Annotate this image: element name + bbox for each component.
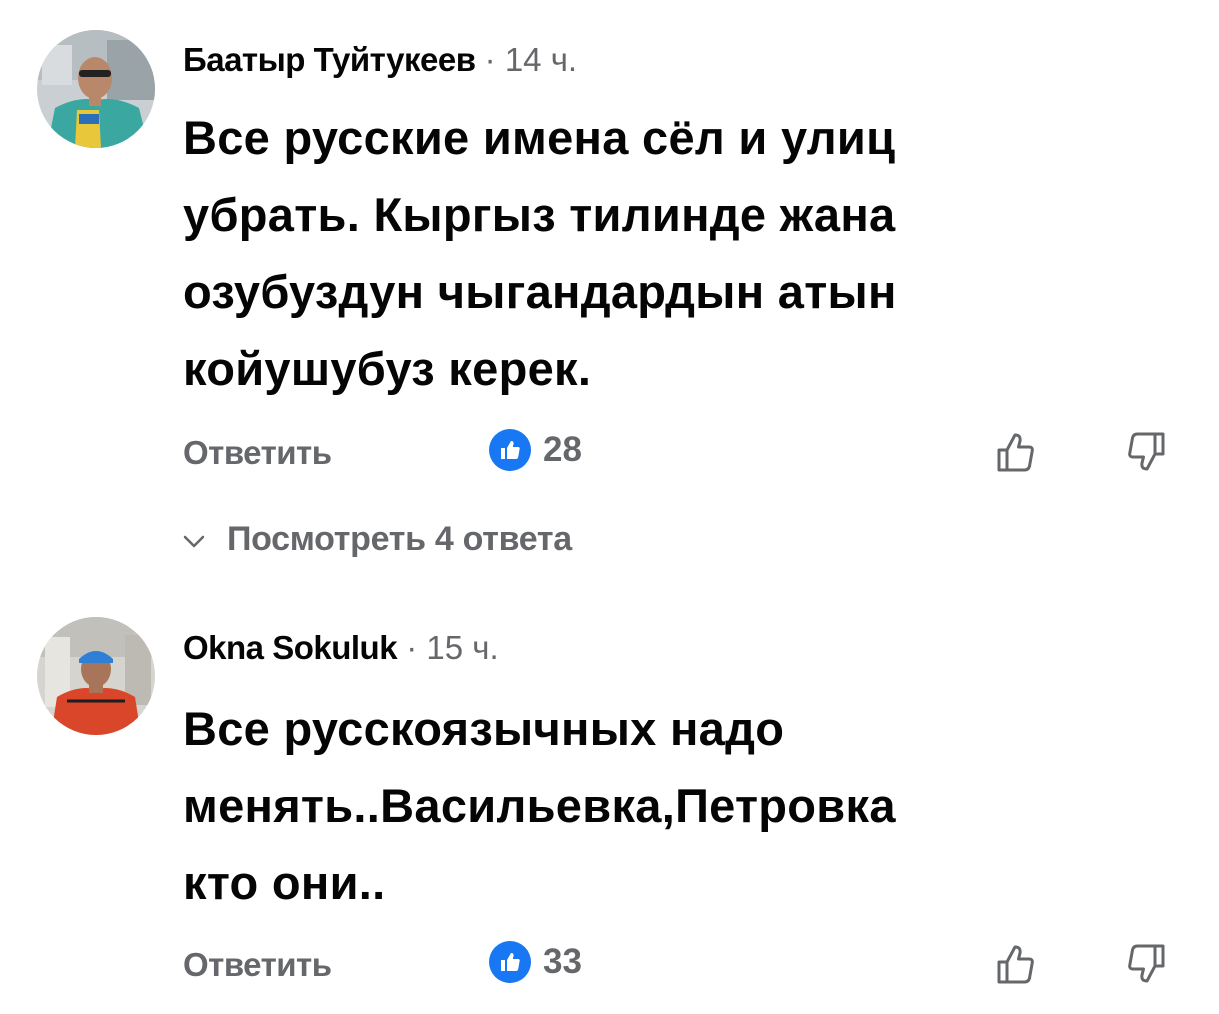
- comment-text: Все русские имена сёл и улиц убрать. Кыр…: [183, 99, 1183, 407]
- thumbs-up-outline-icon[interactable]: [993, 942, 1037, 986]
- thumbs-down-outline-icon[interactable]: [1125, 942, 1169, 986]
- thumbs-up-icon: [489, 941, 531, 983]
- comment-actions: Ответить 33: [183, 940, 1183, 990]
- like-count: 33: [543, 942, 582, 981]
- comment-header: Okna Sokuluk · 15 ч.: [183, 628, 499, 668]
- comment-text-line: озубуздун чыгандардын атын: [183, 265, 897, 318]
- author-name[interactable]: Okna Sokuluk: [183, 629, 398, 666]
- comment-text-line: Все русскоязычных надо: [183, 702, 785, 755]
- chevron-down-icon: [183, 519, 205, 558]
- comment-actions: Ответить 28: [183, 428, 1183, 478]
- thumbs-up-icon: [489, 429, 531, 471]
- timestamp[interactable]: 15 ч.: [426, 629, 498, 666]
- like-count: 28: [543, 430, 582, 469]
- avatar[interactable]: [37, 30, 155, 148]
- comment-text-line: койушубуз керек.: [183, 342, 592, 395]
- like-summary[interactable]: 33: [489, 940, 582, 984]
- meta-separator: ·: [406, 629, 418, 666]
- comment-text: Все русскоязычных надо менять..Васильевк…: [183, 690, 1183, 921]
- thumbs-down-outline-icon[interactable]: [1125, 430, 1169, 474]
- author-name[interactable]: Баатыр Туйтукеев: [183, 41, 476, 78]
- comment-header: Баатыр Туйтукеев · 14 ч.: [183, 40, 577, 80]
- like-summary[interactable]: 28: [489, 428, 582, 472]
- meta-separator: ·: [484, 41, 496, 78]
- comment-text-line: убрать. Кыргыз тилинде жана: [183, 188, 896, 241]
- reply-button[interactable]: Ответить: [183, 946, 332, 984]
- comment-text-line: Все русские имена сёл и улиц: [183, 111, 896, 164]
- comment-text-line: менять..Васильевка,Петровка: [183, 779, 896, 832]
- view-replies-button[interactable]: Посмотреть 4 ответа: [183, 520, 572, 559]
- thumbs-up-outline-icon[interactable]: [993, 430, 1037, 474]
- reply-button[interactable]: Ответить: [183, 434, 332, 472]
- view-replies-label: Посмотреть 4 ответа: [227, 520, 572, 558]
- avatar[interactable]: [37, 617, 155, 735]
- comment-text-line: кто они..: [183, 856, 386, 909]
- comments-list: Баатыр Туйтукеев · 14 ч. Все русские име…: [0, 0, 1219, 1014]
- timestamp[interactable]: 14 ч.: [505, 41, 577, 78]
